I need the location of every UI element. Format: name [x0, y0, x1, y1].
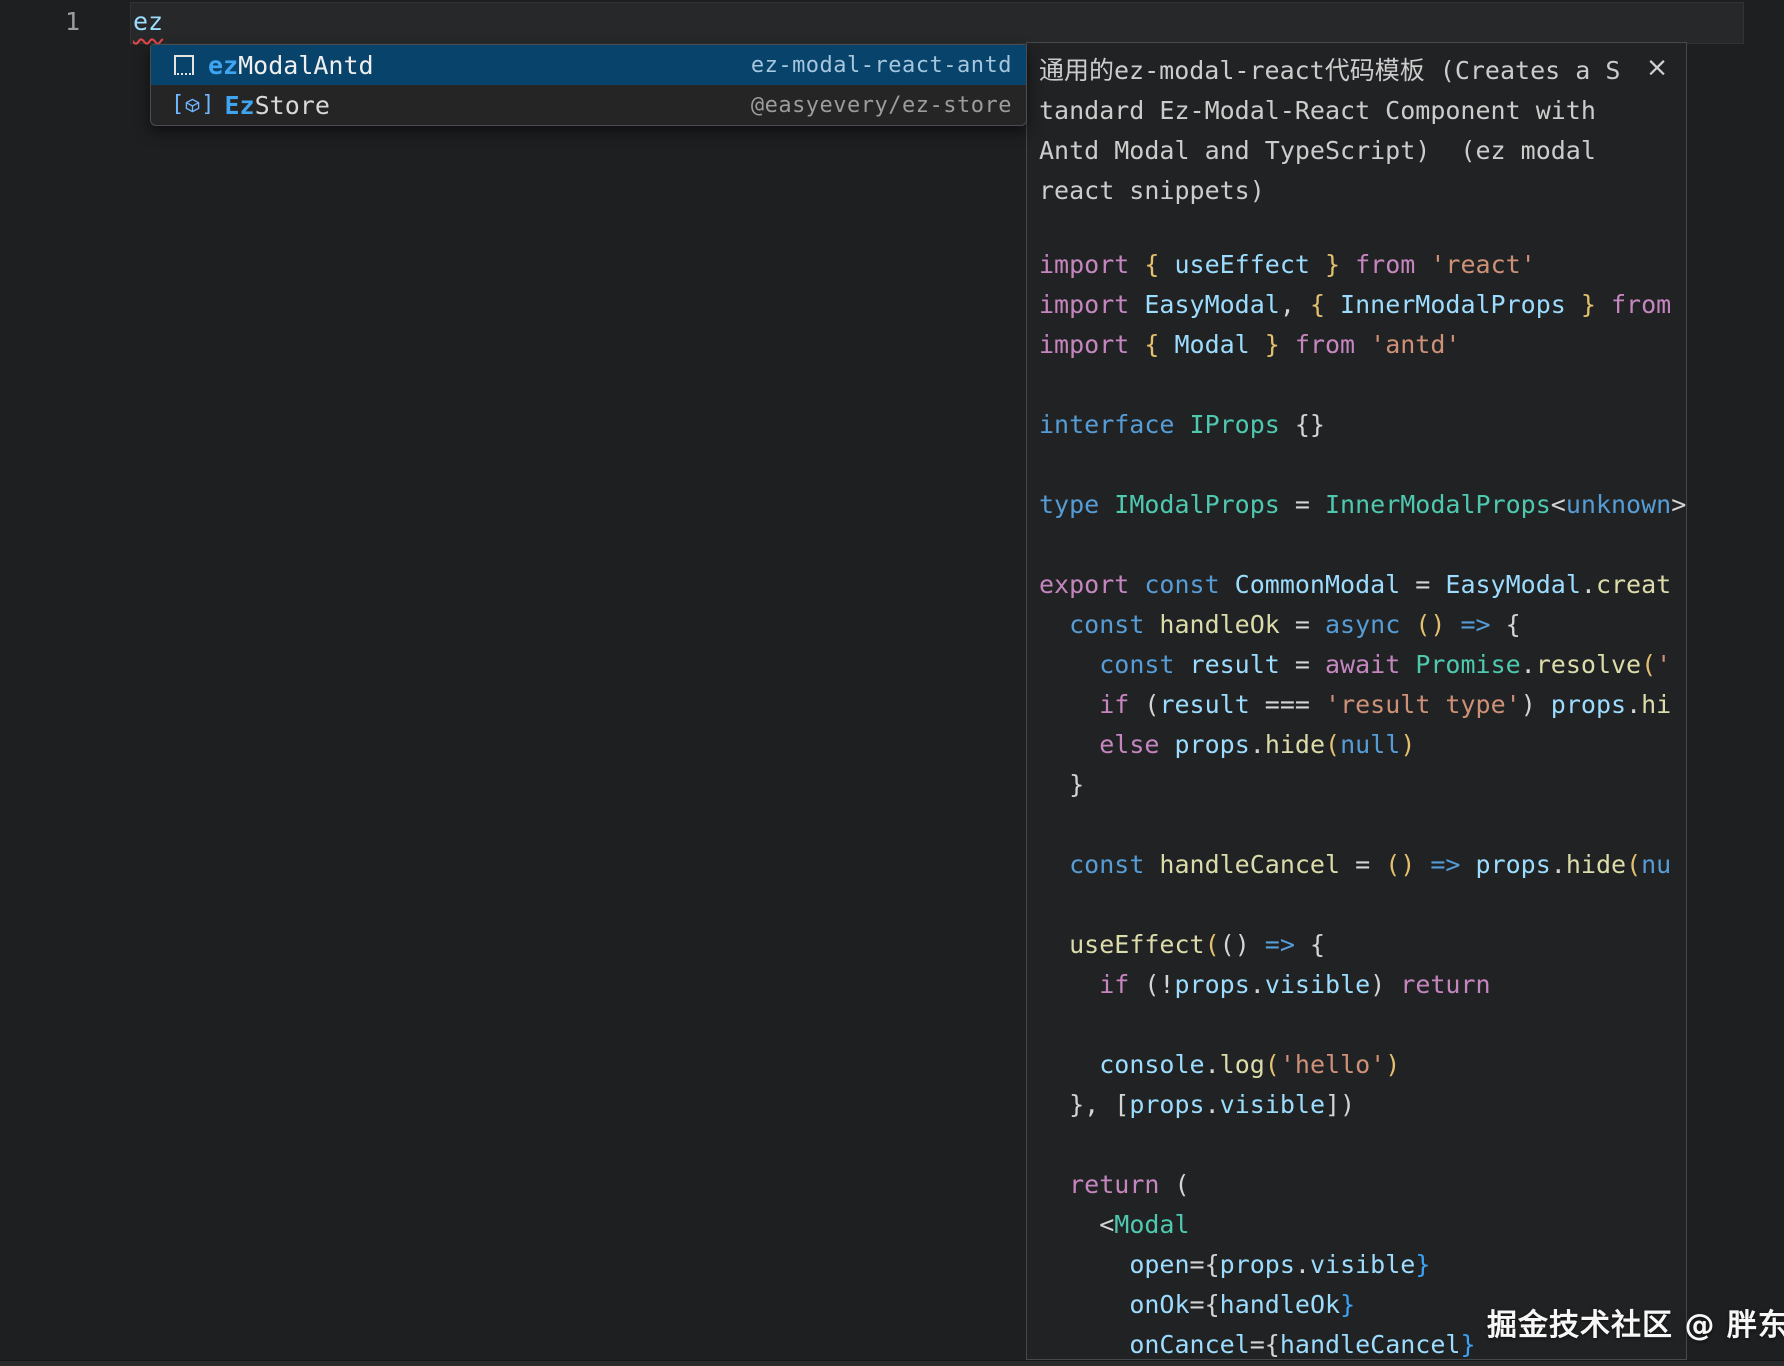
code-line: <Modal	[1039, 1205, 1686, 1245]
code-line	[1039, 365, 1686, 405]
code-line: if (!props.visible) return	[1039, 965, 1686, 1005]
code-line: const handleOk = async () => {	[1039, 605, 1686, 645]
code-line: interface IProps {}	[1039, 405, 1686, 445]
code-line: type IModalProps = InnerModalProps<unkno…	[1039, 485, 1686, 525]
code-line: return (	[1039, 1165, 1686, 1205]
code-line: if (result === 'result type') props.hi	[1039, 685, 1686, 725]
code-line: const result = await Promise.resolve('	[1039, 645, 1686, 685]
code-line: open={props.visible}	[1039, 1245, 1686, 1285]
editor-typed-text[interactable]: ez	[133, 0, 163, 44]
typed-word-with-error-squiggle: ez	[133, 7, 163, 36]
code-line: }	[1039, 765, 1686, 805]
code-line: import { Modal } from 'antd'	[1039, 325, 1686, 365]
gutter-line-number: 1	[0, 0, 80, 44]
bottom-scrollbar-strip[interactable]	[0, 1360, 1784, 1366]
code-line: }, [props.visible])	[1039, 1085, 1686, 1125]
doc-title-line: 通用的ez-modal-react代码模板 (Creates a S	[1039, 51, 1646, 91]
package-icon: []	[171, 95, 215, 115]
code-line	[1039, 805, 1686, 845]
code-line	[1039, 525, 1686, 565]
code-line	[1039, 1005, 1686, 1045]
code-line	[1039, 1125, 1686, 1165]
code-line: import EasyModal, { InnerModalProps } fr…	[1039, 285, 1686, 325]
suggest-details-panel: × 通用的ez-modal-react代码模板 (Creates a S tan…	[1026, 42, 1687, 1360]
suggestion-item-ezmodalantd[interactable]: ezModalAntd ez-modal-react-antd	[151, 45, 1026, 85]
code-line: useEffect(() => {	[1039, 925, 1686, 965]
snippet-icon	[174, 55, 194, 75]
code-line: import { useEffect } from 'react'	[1039, 245, 1686, 285]
code-line: console.log('hello')	[1039, 1045, 1686, 1085]
current-line-highlight	[130, 2, 1744, 44]
doc-title-line: Antd Modal and TypeScript) (ez modal	[1039, 131, 1646, 171]
code-line: const handleCancel = () => props.hide(nu	[1039, 845, 1686, 885]
suggestion-detail: @easyevery/ez-store	[751, 93, 1012, 118]
code-line: export const CommonModal = EasyModal.cre…	[1039, 565, 1686, 605]
code-line	[1039, 885, 1686, 925]
close-icon[interactable]: ×	[1642, 53, 1672, 83]
doc-title: 通用的ez-modal-react代码模板 (Creates a S tanda…	[1027, 43, 1686, 211]
code-line	[1039, 445, 1686, 485]
doc-title-line: react snippets)	[1039, 171, 1646, 211]
watermark: 掘金技术社区 @ 胖东蓝	[1487, 1300, 1784, 1344]
code-line: else props.hide(null)	[1039, 725, 1686, 765]
snippet-code-preview: import { useEffect } from 'react'import …	[1027, 245, 1686, 1360]
suggestion-detail: ez-modal-react-antd	[751, 53, 1012, 78]
suggestion-item-ezstore[interactable]: [] EzStore @easyevery/ez-store	[151, 85, 1026, 125]
suggest-widget: ezModalAntd ez-modal-react-antd [] EzSto…	[150, 44, 1027, 126]
suggestion-label: ezModalAntd	[208, 51, 374, 80]
suggestion-label: EzStore	[225, 91, 330, 120]
doc-title-line: tandard Ez-Modal-React Component with	[1039, 91, 1646, 131]
